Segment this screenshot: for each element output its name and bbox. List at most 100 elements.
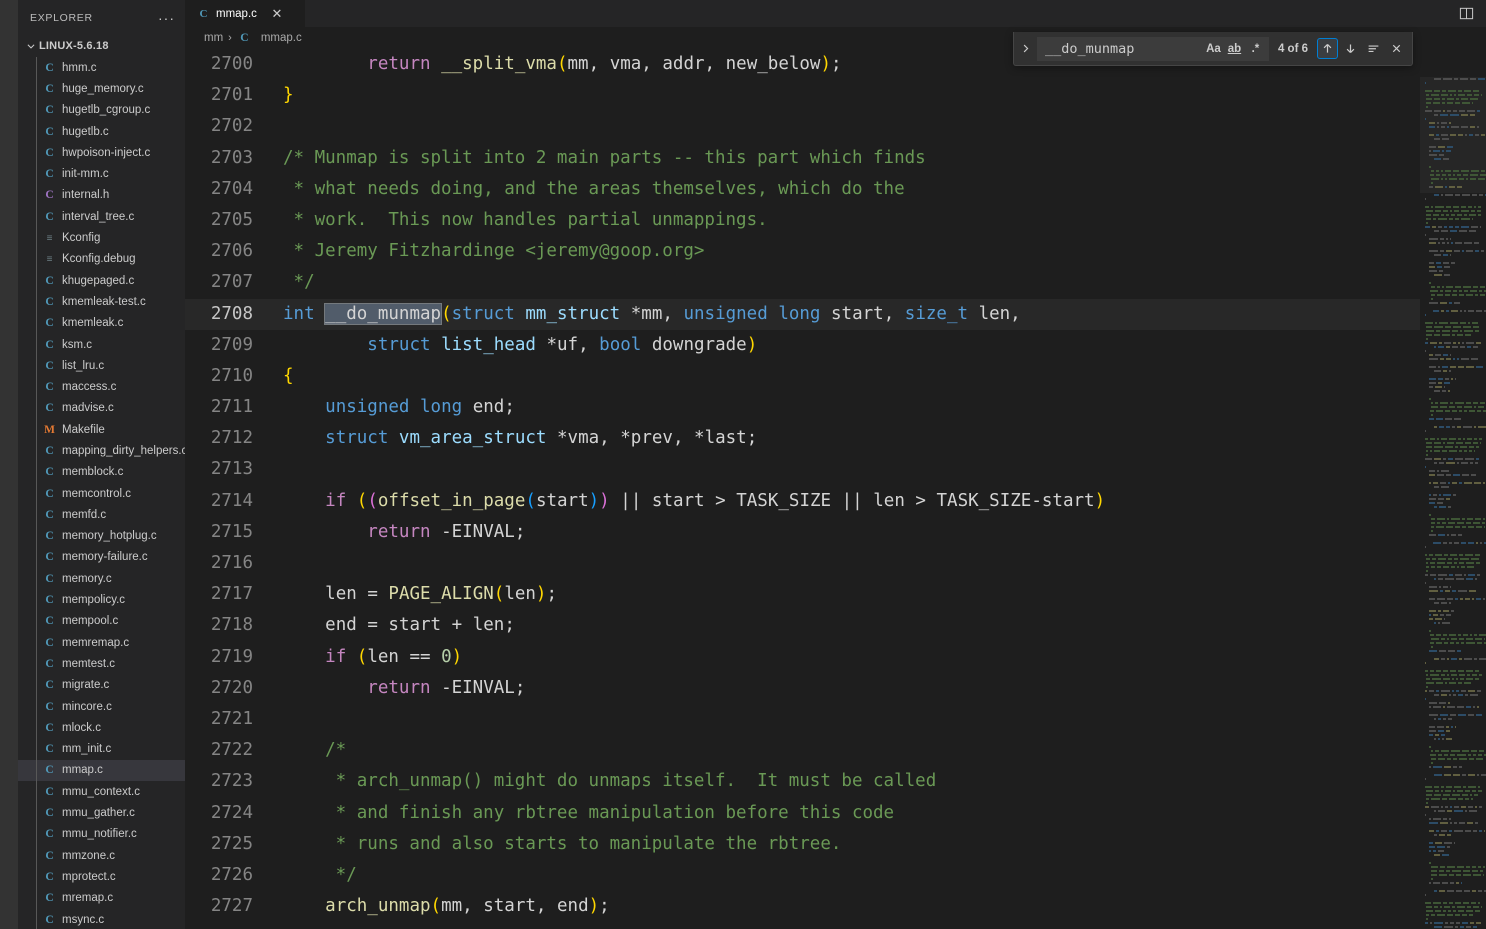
code-line[interactable]: 2722 /* xyxy=(185,735,1420,766)
code-line[interactable]: 2717 len = PAGE_ALIGN(len); xyxy=(185,579,1420,610)
file-tree-item[interactable]: Chuge_memory.c xyxy=(18,78,185,99)
code-line-content: len = PAGE_ALIGN(len); xyxy=(271,579,1420,610)
file-tree-item[interactable]: Cmemory-failure.c xyxy=(18,547,185,568)
file-tree-item[interactable]: Clist_lru.c xyxy=(18,355,185,376)
code-line[interactable]: 2704 * what needs doing, and the areas t… xyxy=(185,174,1420,205)
file-tree[interactable]: Chmm.c Chuge_memory.c Chugetlb_cgroup.c Chu… xyxy=(18,57,185,929)
explorer-more-actions-icon[interactable]: ··· xyxy=(152,13,181,23)
file-tree-item[interactable]: ≡ Kconfig xyxy=(18,227,185,248)
code-line[interactable]: 2714 if ((offset_in_page(start)) || star… xyxy=(185,486,1420,517)
code-line[interactable]: 2720 return -EINVAL; xyxy=(185,673,1420,704)
code-editor[interactable]: 2700 return __split_vma(mm, vma, addr, n… xyxy=(185,49,1486,929)
split-editor-icon[interactable] xyxy=(1454,3,1478,25)
code-line[interactable]: 2728 xyxy=(185,922,1420,929)
code-line[interactable]: 2715 return -EINVAL; xyxy=(185,517,1420,548)
use-regex-icon[interactable]: .* xyxy=(1245,39,1266,59)
code-line[interactable]: 2716 xyxy=(185,548,1420,579)
code-line[interactable]: 2707 */ xyxy=(185,267,1420,298)
toggle-replace-chevron-right-icon[interactable] xyxy=(1016,36,1036,62)
file-tree-item[interactable]: Ckhugepaged.c xyxy=(18,270,185,291)
file-tree-item-label: mapping_dirty_helpers.c xyxy=(62,445,185,457)
c-file-icon: C xyxy=(42,275,57,287)
file-tree-item[interactable]: Cmmu_gather.c xyxy=(18,802,185,823)
file-tree-item[interactable]: Cmemory_hotplug.c xyxy=(18,526,185,547)
code-line[interactable]: 2721 xyxy=(185,704,1420,735)
file-tree-item[interactable]: Cmempolicy.c xyxy=(18,589,185,610)
code-line[interactable]: 2723 * arch_unmap() might do unmaps itse… xyxy=(185,766,1420,797)
code-line[interactable]: 2709 struct list_head *uf, bool downgrad… xyxy=(185,330,1420,361)
indent-guide xyxy=(36,376,37,397)
file-tree-item[interactable]: M Makefile xyxy=(18,419,185,440)
line-number: 2708 xyxy=(185,299,271,330)
file-tree-item[interactable]: Cmmu_context.c xyxy=(18,781,185,802)
file-tree-item[interactable]: Cmapping_dirty_helpers.c xyxy=(18,440,185,461)
file-tree-item[interactable]: Cmm_init.c xyxy=(18,739,185,760)
file-tree-item[interactable]: Cmlock.c xyxy=(18,717,185,738)
code-line-content: arch_unmap(mm, start, end); xyxy=(271,891,1420,922)
close-icon[interactable]: ✕ xyxy=(269,6,285,22)
file-tree-item[interactable]: Chwpoison-inject.c xyxy=(18,142,185,163)
file-tree-item[interactable]: Cmemfd.c xyxy=(18,504,185,525)
file-tree-item[interactable]: Chugetlb_cgroup.c xyxy=(18,100,185,121)
file-tree-item[interactable]: Cmincore.c xyxy=(18,696,185,717)
file-tree-item[interactable]: Cmemremap.c xyxy=(18,632,185,653)
match-case-icon[interactable]: Aa xyxy=(1203,39,1224,59)
code-line[interactable]: 2706 * Jeremy Fitzhardinge <jeremy@goop.… xyxy=(185,236,1420,267)
file-tree-item[interactable]: Ckmemleak.c xyxy=(18,313,185,334)
code-line[interactable]: 2710 { xyxy=(185,361,1420,392)
breadcrumb-folder[interactable]: mm xyxy=(204,32,223,44)
minimap[interactable] xyxy=(1420,49,1486,929)
find-widget[interactable]: __do_munmap Aa ab .* 4 of 6 xyxy=(1013,32,1413,66)
find-input[interactable]: __do_munmap Aa ab .* xyxy=(1037,37,1269,61)
file-tree-item[interactable]: Cinterval_tree.c xyxy=(18,206,185,227)
code-line[interactable]: 2719 if (len == 0) xyxy=(185,642,1420,673)
file-tree-item[interactable]: Cmmu_notifier.c xyxy=(18,824,185,845)
find-in-selection-button[interactable] xyxy=(1363,38,1384,59)
code-line-content: int __do_munmap(struct mm_struct *mm, un… xyxy=(271,299,1420,330)
file-tree-item[interactable]: Cmprotect.c xyxy=(18,866,185,887)
file-tree-item[interactable]: Cmempool.c xyxy=(18,611,185,632)
file-tree-item[interactable]: Cmigrate.c xyxy=(18,675,185,696)
file-tree-item[interactable]: Chugetlb.c xyxy=(18,121,185,142)
file-tree-item[interactable]: Cmsync.c xyxy=(18,909,185,929)
file-tree-item[interactable]: Cmemory.c xyxy=(18,568,185,589)
file-tree-item[interactable]: Cmadvise.c xyxy=(18,398,185,419)
file-tree-item[interactable]: Cmemcontrol.c xyxy=(18,483,185,504)
file-tree-item[interactable]: Ckmemleak-test.c xyxy=(18,291,185,312)
file-tree-item[interactable]: Cksm.c xyxy=(18,334,185,355)
code-line[interactable]: 2702 xyxy=(185,111,1420,142)
file-tree-item[interactable]: Cmmap.c xyxy=(18,760,185,781)
file-tree-item[interactable]: Cinternal.h xyxy=(18,185,185,206)
next-match-button[interactable] xyxy=(1340,38,1361,59)
code-line[interactable]: 2718 end = start + len; xyxy=(185,610,1420,641)
previous-match-button[interactable] xyxy=(1317,38,1338,59)
indent-guide xyxy=(36,100,37,121)
breadcrumb-file[interactable]: C mmap.c xyxy=(237,32,302,44)
code-line[interactable]: 2708 int __do_munmap(struct mm_struct *mm… xyxy=(185,299,1420,330)
code-line[interactable]: 2726 */ xyxy=(185,860,1420,891)
code-line[interactable]: 2703 /* Munmap is split into 2 main parts… xyxy=(185,143,1420,174)
file-tree-item[interactable]: Cmemtest.c xyxy=(18,653,185,674)
close-icon[interactable] xyxy=(1386,38,1407,59)
file-tree-item[interactable]: Cmmzone.c xyxy=(18,845,185,866)
code-line[interactable]: 2701} xyxy=(185,80,1420,111)
code-line[interactable]: 2713 xyxy=(185,454,1420,485)
file-tree-item[interactable]: Cmemblock.c xyxy=(18,462,185,483)
file-tree-item[interactable]: Cinit-mm.c xyxy=(18,163,185,184)
code-lines[interactable]: 2700 return __split_vma(mm, vma, addr, n… xyxy=(185,49,1420,929)
file-tree-item[interactable]: Chmm.c xyxy=(18,57,185,78)
tab-mmap-c[interactable]: C mmap.c ✕ xyxy=(185,0,305,27)
code-line[interactable]: 2727 arch_unmap(mm, start, end); xyxy=(185,891,1420,922)
activity-bar[interactable] xyxy=(0,0,18,929)
code-line[interactable]: 2711 unsigned long end; xyxy=(185,392,1420,423)
file-tree-item[interactable]: Cmaccess.c xyxy=(18,376,185,397)
code-line[interactable]: 2724 * and finish any rbtree manipulatio… xyxy=(185,798,1420,829)
workspace-folder-row[interactable]: LINUX-5.6.18 xyxy=(18,35,185,57)
file-tree-item[interactable]: ≡ Kconfig.debug xyxy=(18,249,185,270)
code-line[interactable]: 2712 struct vm_area_struct *vma, *prev, … xyxy=(185,423,1420,454)
whole-word-icon[interactable]: ab xyxy=(1224,39,1245,59)
file-tree-item[interactable]: Cmremap.c xyxy=(18,888,185,909)
code-line[interactable]: 2705 * work. This now handles partial un… xyxy=(185,205,1420,236)
file-tree-item-label: kmemleak.c xyxy=(62,317,123,329)
code-line[interactable]: 2725 * runs and also starts to manipulat… xyxy=(185,829,1420,860)
